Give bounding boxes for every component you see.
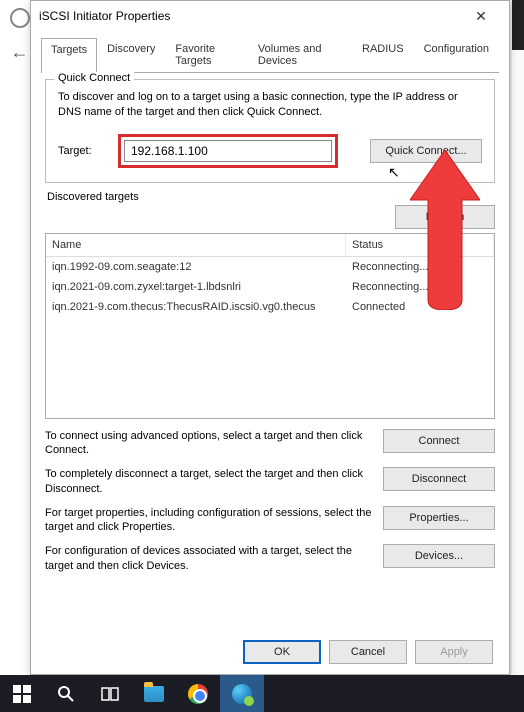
tab-discovery[interactable]: Discovery (97, 37, 165, 72)
globe-app-icon (232, 684, 252, 704)
iscsi-properties-dialog: iSCSI Initiator Properties ✕ Targets Dis… (30, 0, 510, 675)
tab-favorite-targets[interactable]: Favorite Targets (165, 37, 248, 72)
target-input[interactable] (124, 140, 332, 162)
connect-button[interactable]: Connect (383, 429, 495, 453)
discovered-targets-list[interactable]: Name Status iqn.1992-09.com.seagate:12 R… (45, 233, 495, 419)
search-button[interactable] (44, 675, 88, 712)
properties-help-text: For target properties, including configu… (45, 506, 373, 535)
windows-icon (13, 685, 31, 703)
connect-help-text: To connect using advanced options, selec… (45, 429, 373, 458)
table-row[interactable]: iqn.1992-09.com.seagate:12 Reconnecting.… (46, 257, 494, 277)
chrome-button[interactable] (176, 675, 220, 712)
quick-connect-legend: Quick Connect (54, 72, 134, 84)
start-button[interactable] (0, 675, 44, 712)
devices-help-text: For configuration of devices associated … (45, 544, 373, 573)
dialog-button-row: OK Cancel Apply (243, 640, 493, 664)
quick-connect-group: Quick Connect To discover and log on to … (45, 79, 495, 183)
tab-strip: Targets Discovery Favorite Targets Volum… (31, 31, 509, 72)
tab-targets[interactable]: Targets (41, 38, 97, 73)
target-label: Target: (58, 145, 108, 157)
app-button[interactable] (220, 675, 264, 712)
cancel-button[interactable]: Cancel (329, 640, 407, 664)
task-view-button[interactable] (88, 675, 132, 712)
tab-radius[interactable]: RADIUS (352, 37, 414, 72)
titlebar: iSCSI Initiator Properties ✕ (31, 1, 509, 31)
tab-configuration[interactable]: Configuration (414, 37, 499, 72)
col-name-header[interactable]: Name (46, 234, 346, 256)
annotation-highlight-box (118, 134, 338, 168)
task-view-icon (101, 685, 119, 703)
globe-icon (10, 8, 30, 28)
table-row[interactable]: iqn.2021-9.com.thecus:ThecusRAID.iscsi0.… (46, 297, 494, 317)
refresh-button[interactable]: Refresh (395, 205, 495, 229)
disconnect-button[interactable]: Disconnect (383, 467, 495, 491)
quick-connect-button[interactable]: Quick Connect... (370, 139, 482, 163)
tab-volumes-devices[interactable]: Volumes and Devices (248, 37, 352, 72)
right-page-fragment (512, 0, 524, 675)
disconnect-help-text: To completely disconnect a target, selec… (45, 467, 373, 496)
table-row[interactable]: iqn.2021-09.com.zyxel:target-1.lbdsnlri … (46, 277, 494, 297)
apply-button[interactable]: Apply (415, 640, 493, 664)
chrome-icon (188, 684, 208, 704)
list-header: Name Status (46, 234, 494, 257)
col-status-header[interactable]: Status (346, 234, 494, 256)
tab-content: Quick Connect To discover and log on to … (31, 73, 509, 589)
discovered-targets-label: Discovered targets (47, 191, 495, 203)
close-button[interactable]: ✕ (461, 8, 501, 25)
quick-connect-description: To discover and log on to a target using… (58, 90, 482, 120)
properties-button[interactable]: Properties... (383, 506, 495, 530)
file-explorer-button[interactable] (132, 675, 176, 712)
ok-button[interactable]: OK (243, 640, 321, 664)
devices-button[interactable]: Devices... (383, 544, 495, 568)
window-title: iSCSI Initiator Properties (39, 9, 461, 23)
windows-taskbar[interactable] (0, 675, 524, 712)
folder-icon (144, 686, 164, 702)
search-icon (57, 685, 75, 703)
